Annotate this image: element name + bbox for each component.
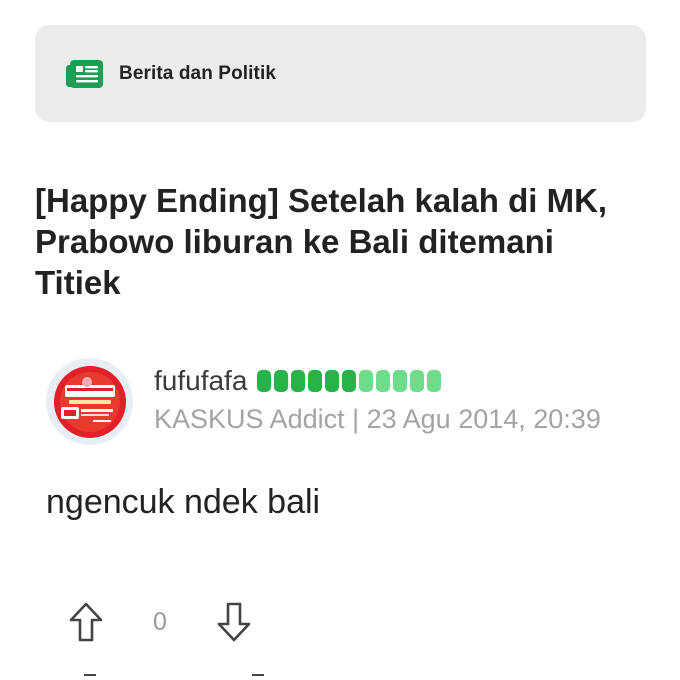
- reputation-pip: [308, 370, 323, 392]
- reputation-pip: [410, 370, 425, 392]
- vote-count: 0: [153, 607, 167, 636]
- username[interactable]: fufufafa: [154, 365, 247, 397]
- username-row: fufufafa: [154, 361, 442, 401]
- category-card[interactable]: Berita dan Politik: [35, 25, 646, 122]
- user-meta: KASKUS Addict | 23 Agu 2014, 20:39: [154, 404, 601, 434]
- downvote-button[interactable]: [214, 599, 254, 645]
- reputation-pip: [376, 370, 391, 392]
- partial-icon: [84, 674, 96, 680]
- reputation-pip: [427, 370, 442, 392]
- upvote-button[interactable]: [66, 599, 106, 645]
- partial-icon: [252, 674, 264, 680]
- reputation-pip: [325, 370, 340, 392]
- avatar-image: [53, 365, 126, 438]
- reputation-pip: [274, 370, 289, 392]
- avatar[interactable]: [46, 358, 133, 445]
- reputation-pip: [359, 370, 374, 392]
- thread-page: Berita dan Politik [Happy Ending] Setela…: [0, 0, 680, 680]
- post-body: ngencuk ndek bali: [46, 483, 321, 521]
- reputation-pip: [257, 370, 272, 392]
- next-row-partial: [66, 668, 296, 680]
- newspaper-icon: [65, 57, 105, 91]
- arrow-down-icon: [217, 602, 251, 642]
- reputation-bar: [257, 370, 442, 392]
- thread-title: [Happy Ending] Setelah kalah di MK, Prab…: [35, 182, 608, 301]
- reputation-pip: [393, 370, 408, 392]
- category-label: Berita dan Politik: [119, 62, 277, 84]
- reputation-pip: [342, 370, 357, 392]
- arrow-up-icon: [69, 602, 103, 642]
- vote-bar: 0: [66, 598, 254, 646]
- post-header: fufufafa KASKUS Addict | 23 Agu 2014, 20…: [46, 358, 646, 448]
- reputation-pip: [291, 370, 306, 392]
